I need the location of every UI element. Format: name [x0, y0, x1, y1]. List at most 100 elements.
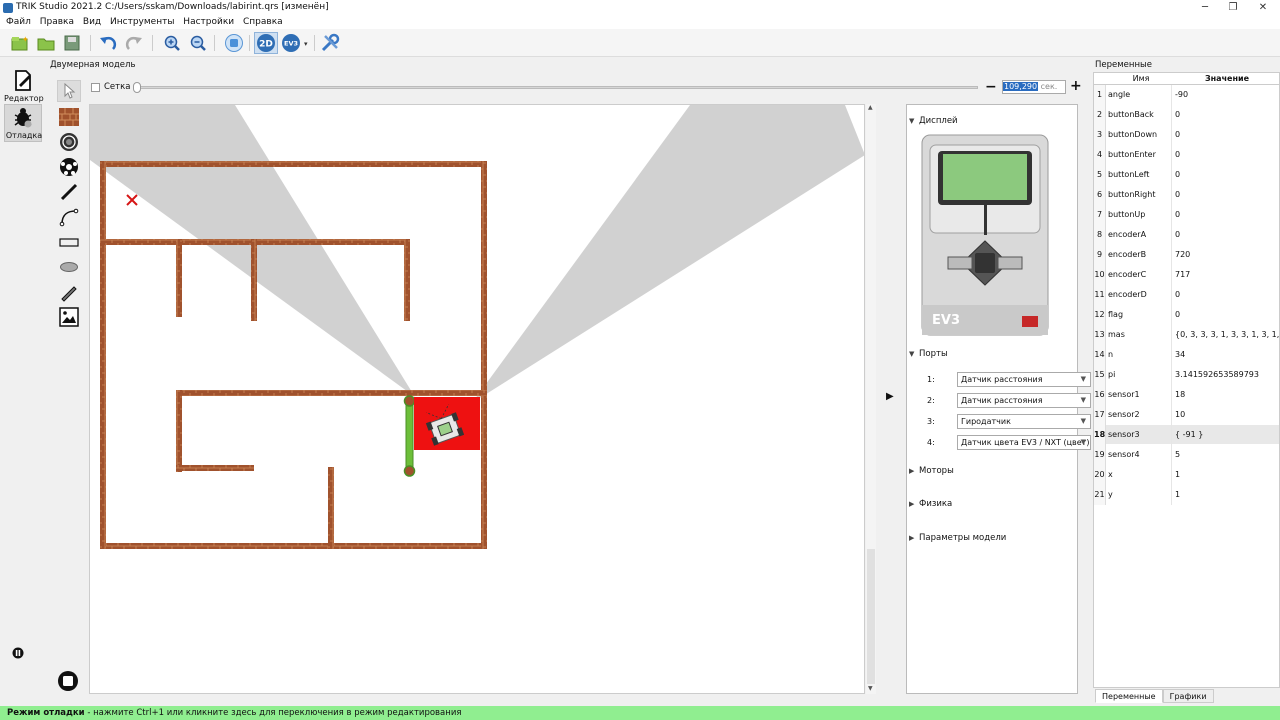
table-row[interactable]: 9 encoderB 720	[1094, 245, 1279, 265]
maximize-button[interactable]: ❐	[1218, 0, 1248, 16]
menu-help[interactable]: Справка	[243, 16, 283, 28]
minimize-button[interactable]: ─	[1190, 0, 1220, 16]
variable-value[interactable]: 0	[1175, 305, 1279, 325]
time-field[interactable]: 109,290 сек.	[1002, 80, 1066, 94]
tab-variables[interactable]: Переменные	[1095, 689, 1163, 703]
table-row[interactable]: 7 buttonUp 0	[1094, 205, 1279, 225]
port-select[interactable]: Датчик расстояния ▼	[957, 372, 1091, 387]
speed-slider[interactable]	[134, 86, 978, 89]
variable-value[interactable]: 3.141592653589793	[1175, 365, 1279, 385]
pencil-icon[interactable]	[57, 281, 81, 303]
wall-icon[interactable]	[57, 106, 81, 128]
pause-icon[interactable]	[12, 647, 24, 659]
wall[interactable]	[176, 465, 254, 471]
trace-handle[interactable]	[403, 465, 416, 477]
table-row[interactable]: 21 y 1	[1094, 485, 1279, 505]
skittle-icon[interactable]	[57, 131, 81, 153]
scroll-thumb[interactable]	[867, 549, 875, 684]
table-row[interactable]: 10 encoderC 717	[1094, 265, 1279, 285]
table-row[interactable]: 16 sensor1 18	[1094, 385, 1279, 405]
wall[interactable]	[100, 543, 487, 549]
variable-value[interactable]: 10	[1175, 405, 1279, 425]
table-row[interactable]: 6 buttonRight 0	[1094, 185, 1279, 205]
collapse-arrow-icon[interactable]: ▶	[886, 391, 894, 402]
variable-value[interactable]: 720	[1175, 245, 1279, 265]
table-row[interactable]: 14 n 34	[1094, 345, 1279, 365]
table-row[interactable]: 8 encoderA 0	[1094, 225, 1279, 245]
menu-settings[interactable]: Настройки	[183, 16, 234, 28]
start-marker[interactable]	[126, 194, 138, 206]
variable-value[interactable]: 1	[1175, 485, 1279, 505]
zoom-minus-button[interactable]: −	[985, 79, 997, 95]
motors-section[interactable]: ▶ Моторы	[909, 466, 954, 476]
column-header-value[interactable]: Значение	[1175, 74, 1279, 83]
menu-tools[interactable]: Инструменты	[110, 16, 174, 28]
tab-graphs[interactable]: Графики	[1162, 689, 1214, 703]
table-row[interactable]: 3 buttonDown 0	[1094, 125, 1279, 145]
wall[interactable]	[176, 390, 487, 396]
chevron-down-icon[interactable]: ▾	[304, 40, 308, 48]
menu-file[interactable]: Файл	[6, 16, 31, 28]
zoom-out-icon[interactable]	[188, 34, 208, 52]
variable-value[interactable]: 34	[1175, 345, 1279, 365]
variable-value[interactable]: 0	[1175, 285, 1279, 305]
variable-value[interactable]: { -91 }	[1175, 425, 1279, 445]
2d-mode-button[interactable]: 2D	[254, 32, 278, 54]
open-project-icon[interactable]	[36, 34, 56, 52]
variable-value[interactable]: 717	[1175, 265, 1279, 285]
menu-view[interactable]: Вид	[83, 16, 101, 28]
variable-value[interactable]: 0	[1175, 145, 1279, 165]
ports-section[interactable]: ▼ Порты	[909, 349, 948, 359]
trace-handle[interactable]	[403, 395, 416, 407]
status-bar[interactable]: Режим отладки - нажмите Ctrl+1 или кликн…	[0, 706, 1280, 720]
scroll-down-icon[interactable]: ▼	[868, 685, 873, 692]
variable-value[interactable]: -90	[1175, 85, 1279, 105]
port-select[interactable]: Датчик расстояния ▼	[957, 393, 1091, 408]
wall[interactable]	[100, 161, 487, 167]
table-row[interactable]: 13 mas {0, 3, 3, 3, 1, 3, 3, 1, 3, 1, 3,	[1094, 325, 1279, 345]
variable-value[interactable]: 0	[1175, 125, 1279, 145]
column-header-name[interactable]: Имя	[1108, 74, 1174, 83]
scene-scrollbar[interactable]: ▲ ▼	[866, 104, 876, 694]
table-row[interactable]: 15 pi 3.141592653589793	[1094, 365, 1279, 385]
menu-edit[interactable]: Правка	[40, 16, 74, 28]
trace-line[interactable]	[405, 396, 414, 472]
variable-value[interactable]: 0	[1175, 225, 1279, 245]
wall[interactable]	[328, 467, 334, 549]
redo-icon[interactable]	[124, 34, 144, 52]
table-row[interactable]: 5 buttonLeft 0	[1094, 165, 1279, 185]
table-row[interactable]: 19 sensor4 5	[1094, 445, 1279, 465]
stop-button[interactable]	[57, 670, 79, 692]
scroll-up-icon[interactable]: ▲	[868, 104, 873, 111]
table-row[interactable]: 17 sensor2 10	[1094, 405, 1279, 425]
line-icon[interactable]	[57, 181, 81, 203]
ball-icon[interactable]	[57, 156, 81, 178]
wall[interactable]	[100, 161, 106, 549]
rectangle-icon[interactable]	[57, 231, 81, 253]
variable-value[interactable]: 0	[1175, 185, 1279, 205]
table-row[interactable]: 4 buttonEnter 0	[1094, 145, 1279, 165]
display-section[interactable]: ▼ Дисплей	[909, 116, 958, 126]
panel-collapse[interactable]: ▶	[880, 104, 902, 694]
ev3-icon[interactable]: EV3	[281, 34, 301, 52]
wall[interactable]	[481, 161, 487, 549]
speed-slider-handle[interactable]	[133, 82, 141, 93]
variable-value[interactable]: 1	[1175, 465, 1279, 485]
variable-value[interactable]: {0, 3, 3, 3, 1, 3, 3, 1, 3, 1, 3,	[1175, 325, 1279, 345]
physics-section[interactable]: ▶ Физика	[909, 499, 952, 509]
wall[interactable]	[404, 239, 410, 321]
port-select[interactable]: Гиродатчик ▼	[957, 414, 1091, 429]
ellipse-icon[interactable]	[57, 256, 81, 278]
variable-value[interactable]: 5	[1175, 445, 1279, 465]
save-icon[interactable]	[62, 34, 82, 52]
stop-robot-icon[interactable]	[224, 34, 244, 52]
wall[interactable]	[251, 239, 257, 321]
table-row[interactable]: 20 x 1	[1094, 465, 1279, 485]
port-select[interactable]: Датчик цвета EV3 / NXT (цвет) ▼	[957, 435, 1091, 450]
cursor-icon[interactable]	[57, 80, 81, 102]
variable-value[interactable]: 18	[1175, 385, 1279, 405]
robot-settings-icon[interactable]	[320, 33, 340, 52]
variable-value[interactable]: 0	[1175, 205, 1279, 225]
variable-value[interactable]: 0	[1175, 105, 1279, 125]
editor-mode-button[interactable]: Редактор	[4, 66, 44, 104]
